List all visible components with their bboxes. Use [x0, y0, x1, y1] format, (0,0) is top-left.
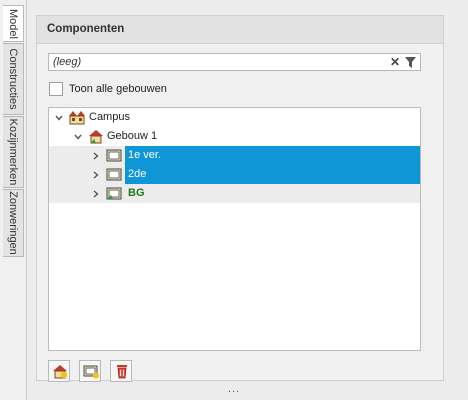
tab-zonweringen-label: Zonweringen	[7, 191, 19, 255]
chevron-down-icon[interactable]	[54, 113, 64, 123]
panel-title: Componenten	[47, 23, 125, 35]
clear-icon[interactable]: ✕	[390, 54, 400, 70]
tree-node-floor-1e-ver[interactable]: 1e ver.	[49, 146, 420, 165]
tree-node-building[interactable]: Gebouw 1	[49, 127, 420, 146]
chevron-right-icon[interactable]	[91, 170, 101, 180]
chevron-right-icon[interactable]	[91, 189, 101, 199]
add-floor-button[interactable]	[79, 360, 101, 382]
add-floor-icon	[83, 365, 99, 379]
add-building-button[interactable]	[48, 360, 70, 382]
resize-grip[interactable]: ...	[228, 383, 240, 395]
campus-icon	[69, 111, 85, 125]
tree-label-floor: 2de	[128, 168, 147, 180]
tree-label-floor: 1e ver.	[128, 149, 162, 161]
tab-model-label: Model	[7, 8, 19, 39]
panel-header: Componenten	[37, 16, 443, 44]
chevron-down-icon[interactable]	[73, 132, 83, 142]
floor-icon	[106, 168, 122, 181]
tree-node-floor-bg[interactable]: BG	[49, 184, 420, 203]
tree-node-floor-2de[interactable]: 2de	[49, 165, 420, 184]
tab-kozijnmerken-label: Kozijnmerken	[7, 118, 19, 186]
tree-node-campus[interactable]: Campus	[49, 108, 420, 127]
search-input[interactable]: (leeg) ✕	[48, 53, 421, 71]
tab-zonweringen[interactable]: Zonweringen	[3, 189, 24, 257]
tab-model[interactable]: Model	[3, 5, 24, 42]
active-floor-icon	[106, 187, 122, 200]
search-value: (leeg)	[53, 56, 82, 68]
tab-constructies[interactable]: Constructies	[3, 43, 24, 115]
selection-highlight	[125, 146, 420, 165]
tree-label-building: Gebouw 1	[107, 130, 158, 142]
floor-icon	[106, 149, 122, 162]
components-panel: Componenten (leeg) ✕ Toon alle gebouwen	[36, 15, 444, 382]
tab-kozijnmerken[interactable]: Kozijnmerken	[3, 116, 24, 188]
filter-icon[interactable]	[405, 57, 416, 68]
tree-label-floor-active: BG	[128, 187, 145, 199]
delete-button[interactable]	[110, 360, 132, 382]
tab-constructies-label: Constructies	[7, 48, 19, 110]
component-tree[interactable]: Campus Gebouw 1 1e ver. 2de BG	[48, 107, 421, 351]
show-all-buildings-checkbox[interactable]	[49, 82, 63, 96]
show-all-buildings-label: Toon alle gebouwen	[69, 83, 167, 95]
chevron-right-icon[interactable]	[91, 151, 101, 161]
selection-highlight	[125, 165, 420, 184]
delete-icon	[117, 365, 127, 379]
tree-label-campus: Campus	[89, 111, 130, 123]
add-building-icon	[53, 365, 68, 379]
building-icon	[89, 130, 103, 144]
side-tab-strip: Model Constructies Kozijnmerken Zonwerin…	[0, 0, 27, 400]
panel-area: Componenten (leeg) ✕ Toon alle gebouwen	[27, 0, 468, 400]
